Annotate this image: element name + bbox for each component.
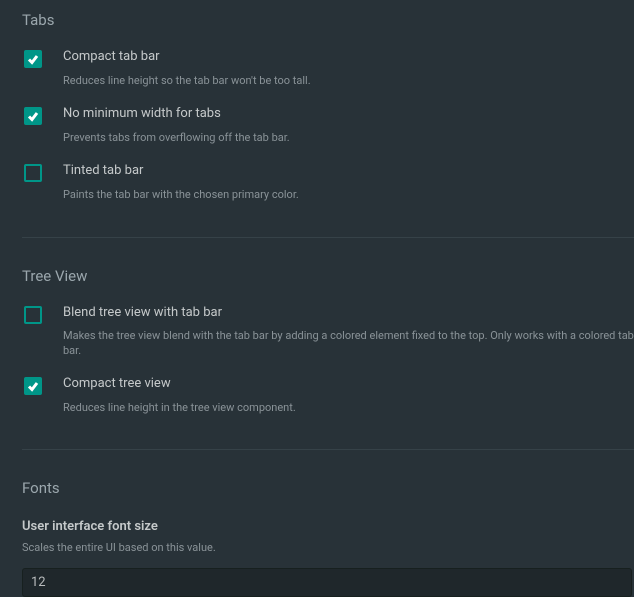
checkbox-compact-tree-view[interactable] [24,377,42,395]
section-tabs: Tabs Compact tab bar Reduces line height… [0,0,634,238]
option-compact-tab-bar: Compact tab bar Reduces line height so t… [22,49,634,88]
checkbox-blend-tree-view[interactable] [24,306,42,324]
check-icon [27,110,39,122]
option-desc: Reduces line height so the tab bar won't… [63,74,634,88]
section-fonts: Fonts User interface font size Scales th… [0,468,634,597]
setting-ui-font-size: User interface font size Scales the enti… [22,519,634,597]
divider [22,237,634,238]
option-text: No minimum width for tabs Prevents tabs … [63,106,634,145]
option-compact-tree-view: Compact tree view Reduces line height in… [22,376,634,415]
setting-desc: Scales the entire UI based on this value… [22,541,612,554]
option-desc: Makes the tree view blend with the tab b… [63,329,634,358]
option-desc: Prevents tabs from overflowing off the t… [63,131,634,145]
check-icon [27,380,39,392]
section-heading-fonts: Fonts [22,468,634,497]
checkbox-tinted-tab-bar[interactable] [24,164,42,182]
option-no-min-width-tabs: No minimum width for tabs Prevents tabs … [22,106,634,145]
option-label: Tinted tab bar [63,163,634,180]
option-label: Blend tree view with tab bar [63,305,634,322]
check-icon [27,53,39,65]
option-text: Compact tree view Reduces line height in… [63,376,634,415]
option-text: Tinted tab bar Paints the tab bar with t… [63,163,634,202]
option-label: Compact tab bar [63,49,634,66]
checkbox-no-min-width-tabs[interactable] [24,107,42,125]
option-label: Compact tree view [63,376,634,393]
section-heading-tree-view: Tree View [22,256,634,285]
divider [22,449,634,450]
option-desc: Reduces line height in the tree view com… [63,401,634,415]
section-tree-view: Tree View Blend tree view with tab bar M… [0,256,634,451]
ui-font-size-input[interactable] [22,568,632,597]
setting-label: User interface font size [22,519,612,534]
option-tinted-tab-bar: Tinted tab bar Paints the tab bar with t… [22,163,634,202]
option-label: No minimum width for tabs [63,106,634,123]
section-heading-tabs: Tabs [22,0,634,29]
option-text: Blend tree view with tab bar Makes the t… [63,305,634,358]
option-blend-tree-view: Blend tree view with tab bar Makes the t… [22,305,634,358]
option-text: Compact tab bar Reduces line height so t… [63,49,634,88]
checkbox-compact-tab-bar[interactable] [24,50,42,68]
option-desc: Paints the tab bar with the chosen prima… [63,188,634,202]
